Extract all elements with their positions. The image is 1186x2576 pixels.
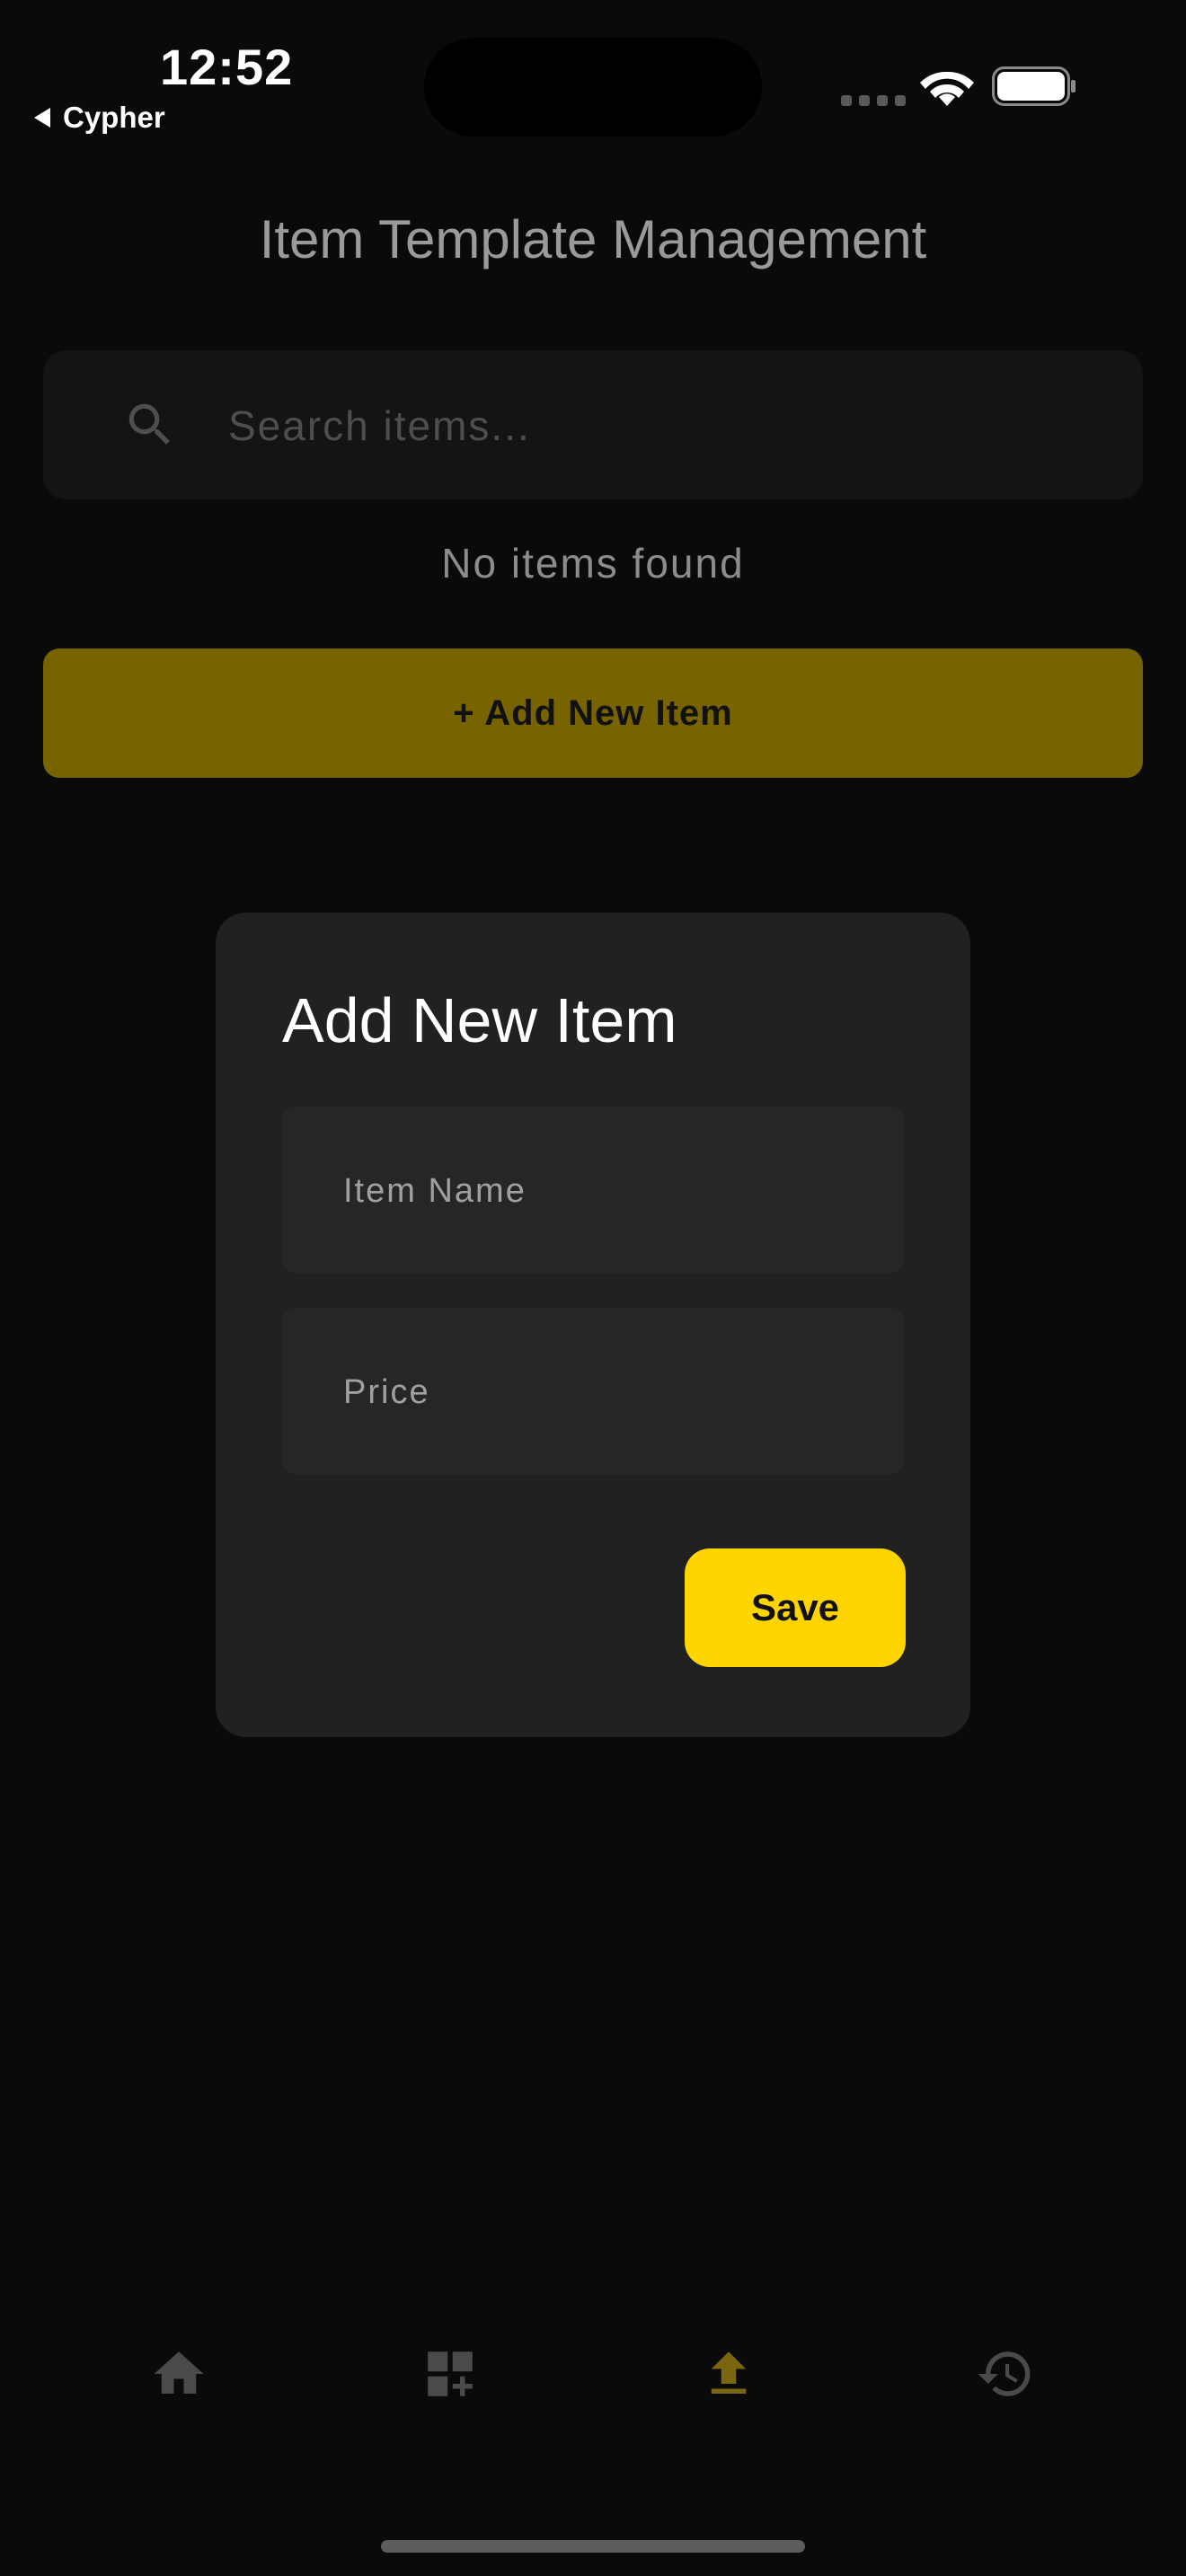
page-title: Item Template Management xyxy=(259,209,927,269)
empty-state-text: No items found xyxy=(441,540,745,587)
dashboard-add-icon[interactable] xyxy=(420,2344,480,2404)
search-input[interactable] xyxy=(226,350,1128,501)
history-icon[interactable] xyxy=(976,2344,1035,2404)
dynamic-island xyxy=(424,38,762,137)
item-name-field[interactable] xyxy=(282,1107,904,1275)
add-item-dialog: Add New Item Save xyxy=(216,913,970,1737)
search-icon xyxy=(128,403,170,445)
back-app-label: Cypher xyxy=(63,101,165,134)
dialog-title: Add New Item xyxy=(282,985,677,1055)
wifi-icon xyxy=(920,71,974,106)
home-icon[interactable] xyxy=(149,2344,208,2404)
battery-icon xyxy=(992,66,1075,106)
add-new-item-button[interactable]: + Add New Item xyxy=(43,648,1143,778)
cellular-signal-icon xyxy=(841,95,906,106)
search-bar[interactable] xyxy=(43,350,1143,501)
back-to-app-button[interactable]: Cypher xyxy=(34,101,165,135)
price-field[interactable] xyxy=(282,1308,904,1477)
item-name-input[interactable] xyxy=(341,1107,884,1275)
back-triangle-icon xyxy=(34,108,50,128)
status-time: 12:52 xyxy=(160,39,294,95)
home-indicator xyxy=(381,2540,805,2553)
upload-icon[interactable] xyxy=(699,2344,758,2404)
price-input[interactable] xyxy=(341,1308,884,1477)
save-button[interactable]: Save xyxy=(685,1548,906,1667)
